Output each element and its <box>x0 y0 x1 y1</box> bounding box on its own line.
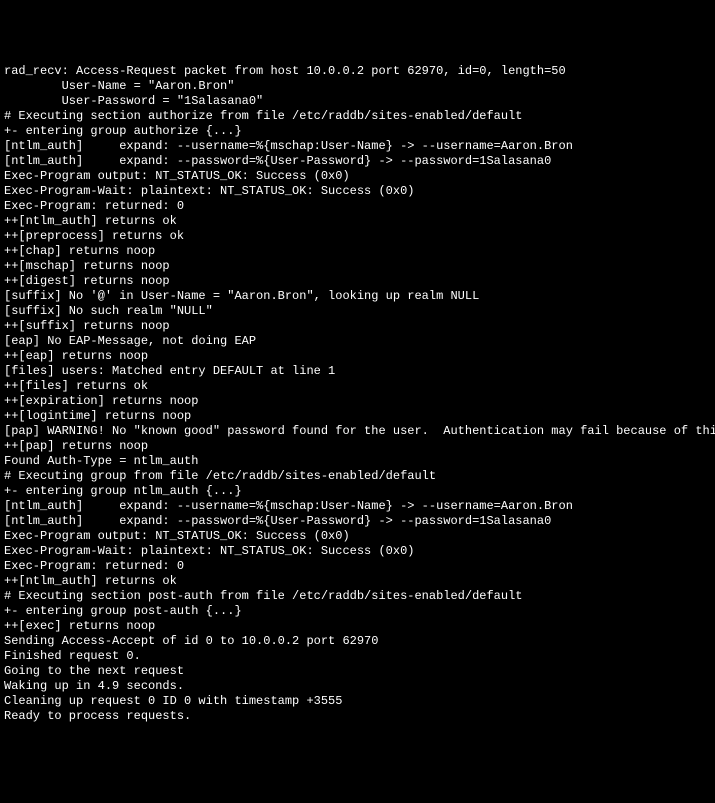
terminal-line: User-Name = "Aaron.Bron" <box>4 79 711 94</box>
terminal-line: Exec-Program-Wait: plaintext: NT_STATUS_… <box>4 184 711 199</box>
terminal-line: +- entering group post-auth {...} <box>4 604 711 619</box>
terminal-line: # Executing section authorize from file … <box>4 109 711 124</box>
terminal-line: Waking up in 4.9 seconds. <box>4 679 711 694</box>
terminal-line: Exec-Program output: NT_STATUS_OK: Succe… <box>4 169 711 184</box>
terminal-line: ++[digest] returns noop <box>4 274 711 289</box>
terminal-line: ++[mschap] returns noop <box>4 259 711 274</box>
terminal-line: rad_recv: Access-Request packet from hos… <box>4 64 711 79</box>
terminal-line: Cleaning up request 0 ID 0 with timestam… <box>4 694 711 709</box>
terminal-line: Found Auth-Type = ntlm_auth <box>4 454 711 469</box>
terminal-line: Exec-Program: returned: 0 <box>4 199 711 214</box>
terminal-line: [ntlm_auth] expand: --password=%{User-Pa… <box>4 154 711 169</box>
terminal-line: [ntlm_auth] expand: --password=%{User-Pa… <box>4 514 711 529</box>
terminal-line: ++[preprocess] returns ok <box>4 229 711 244</box>
terminal-line: [eap] No EAP-Message, not doing EAP <box>4 334 711 349</box>
terminal-line: [ntlm_auth] expand: --username=%{mschap:… <box>4 499 711 514</box>
terminal-line: [suffix] No such realm "NULL" <box>4 304 711 319</box>
terminal-line: Exec-Program output: NT_STATUS_OK: Succe… <box>4 529 711 544</box>
terminal-line: ++[suffix] returns noop <box>4 319 711 334</box>
terminal-line: ++[files] returns ok <box>4 379 711 394</box>
terminal-line: Ready to process requests. <box>4 709 711 724</box>
terminal-output: rad_recv: Access-Request packet from hos… <box>4 64 711 724</box>
terminal-line: ++[logintime] returns noop <box>4 409 711 424</box>
terminal-line: # Executing group from file /etc/raddb/s… <box>4 469 711 484</box>
terminal-line: [ntlm_auth] expand: --username=%{mschap:… <box>4 139 711 154</box>
terminal-line: [pap] WARNING! No "known good" password … <box>4 424 711 439</box>
terminal-line: Going to the next request <box>4 664 711 679</box>
terminal-line: ++[ntlm_auth] returns ok <box>4 574 711 589</box>
terminal-line: ++[chap] returns noop <box>4 244 711 259</box>
terminal-line: +- entering group authorize {...} <box>4 124 711 139</box>
terminal-line: [files] users: Matched entry DEFAULT at … <box>4 364 711 379</box>
terminal-line: Sending Access-Accept of id 0 to 10.0.0.… <box>4 634 711 649</box>
terminal-line: ++[expiration] returns noop <box>4 394 711 409</box>
terminal-line: ++[exec] returns noop <box>4 619 711 634</box>
terminal-line: Finished request 0. <box>4 649 711 664</box>
terminal-line: Exec-Program: returned: 0 <box>4 559 711 574</box>
terminal-line: [suffix] No '@' in User-Name = "Aaron.Br… <box>4 289 711 304</box>
terminal-line: # Executing section post-auth from file … <box>4 589 711 604</box>
terminal-line: Exec-Program-Wait: plaintext: NT_STATUS_… <box>4 544 711 559</box>
terminal-line: ++[ntlm_auth] returns ok <box>4 214 711 229</box>
terminal-line: ++[pap] returns noop <box>4 439 711 454</box>
terminal-line: User-Password = "1Salasana0" <box>4 94 711 109</box>
terminal-line: +- entering group ntlm_auth {...} <box>4 484 711 499</box>
terminal-line: ++[eap] returns noop <box>4 349 711 364</box>
